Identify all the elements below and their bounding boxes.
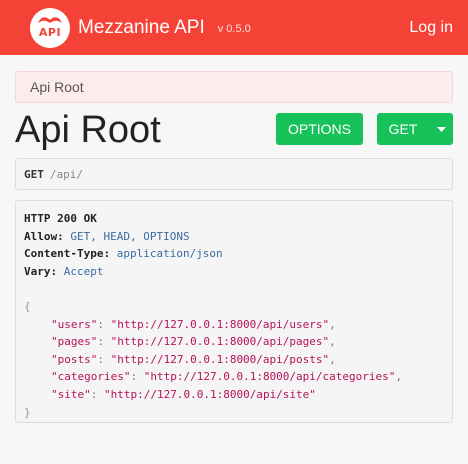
page-title: Api Root bbox=[15, 109, 161, 151]
json-link-categories[interactable]: "http://127.0.0.1:8000/api/categories" bbox=[144, 370, 396, 383]
mustache-icon bbox=[38, 16, 62, 23]
response-status: HTTP 200 OK bbox=[24, 212, 97, 225]
logo-text: API bbox=[38, 26, 62, 39]
response-header-allow: Allow: GET, HEAD, OPTIONS bbox=[24, 228, 444, 246]
json-close-brace: } bbox=[24, 405, 31, 419]
get-button[interactable]: GET bbox=[377, 113, 453, 145]
header-value: Accept bbox=[63, 264, 104, 278]
brand-link[interactable]: API Mezzanine API v 0.5.0 bbox=[30, 7, 251, 48]
json-link-posts[interactable]: "http://127.0.0.1:8000/api/posts" bbox=[111, 353, 330, 366]
header-name: Allow: bbox=[24, 229, 64, 243]
request-method: GET bbox=[24, 167, 44, 181]
options-button[interactable]: OPTIONS bbox=[276, 113, 363, 145]
json-entry-site: "site": "http://127.0.0.1:8000/api/site" bbox=[51, 387, 316, 401]
page-header: Api Root OPTIONS GET bbox=[15, 103, 453, 158]
brand-name: Mezzanine API bbox=[78, 16, 205, 38]
json-key: "posts" bbox=[51, 352, 98, 366]
login-link[interactable]: Log in bbox=[409, 19, 453, 37]
json-key: "users" bbox=[51, 317, 98, 331]
response-header-content-type: Content-Type: application/json bbox=[24, 245, 444, 263]
response-info: HTTP 200 OK Allow: GET, HEAD, OPTIONS Co… bbox=[15, 200, 453, 423]
header-name: Vary: bbox=[24, 264, 58, 278]
json-link-users[interactable]: "http://127.0.0.1:8000/api/users" bbox=[111, 318, 330, 331]
get-button-label: GET bbox=[388, 121, 418, 137]
json-key: "site" bbox=[51, 387, 91, 401]
json-entry-pages: "pages": "http://127.0.0.1:8000/api/page… bbox=[51, 335, 336, 349]
json-open-brace: { bbox=[24, 299, 31, 313]
mezzanine-logo-icon: API bbox=[30, 7, 70, 48]
header-value: application/json bbox=[116, 247, 223, 261]
json-entry-posts: "posts": "http://127.0.0.1:8000/api/post… bbox=[51, 352, 336, 366]
json-link-site[interactable]: "http://127.0.0.1:8000/api/site" bbox=[104, 388, 316, 401]
header-value: GET, HEAD, OPTIONS bbox=[70, 229, 190, 243]
navbar: API Mezzanine API v 0.5.0 Log in bbox=[0, 0, 468, 55]
request-info: GET /api/ bbox=[15, 158, 453, 190]
json-entry-categories: "categories": "http://127.0.0.1:8000/api… bbox=[51, 370, 403, 384]
json-entry-users: "users": "http://127.0.0.1:8000/api/user… bbox=[51, 317, 336, 331]
caret-down-icon[interactable] bbox=[429, 126, 453, 132]
breadcrumb-item-api-root[interactable]: Api Root bbox=[30, 79, 84, 95]
header-name: Content-Type: bbox=[24, 247, 111, 261]
request-path: /api/ bbox=[49, 167, 83, 181]
json-key: "pages" bbox=[51, 335, 98, 349]
breadcrumb: Api Root bbox=[15, 71, 453, 103]
response-header-vary: Vary: Accept bbox=[24, 263, 444, 281]
json-key: "categories" bbox=[51, 370, 131, 384]
brand-version: v 0.5.0 bbox=[217, 22, 251, 35]
json-link-pages[interactable]: "http://127.0.0.1:8000/api/pages" bbox=[111, 335, 330, 348]
